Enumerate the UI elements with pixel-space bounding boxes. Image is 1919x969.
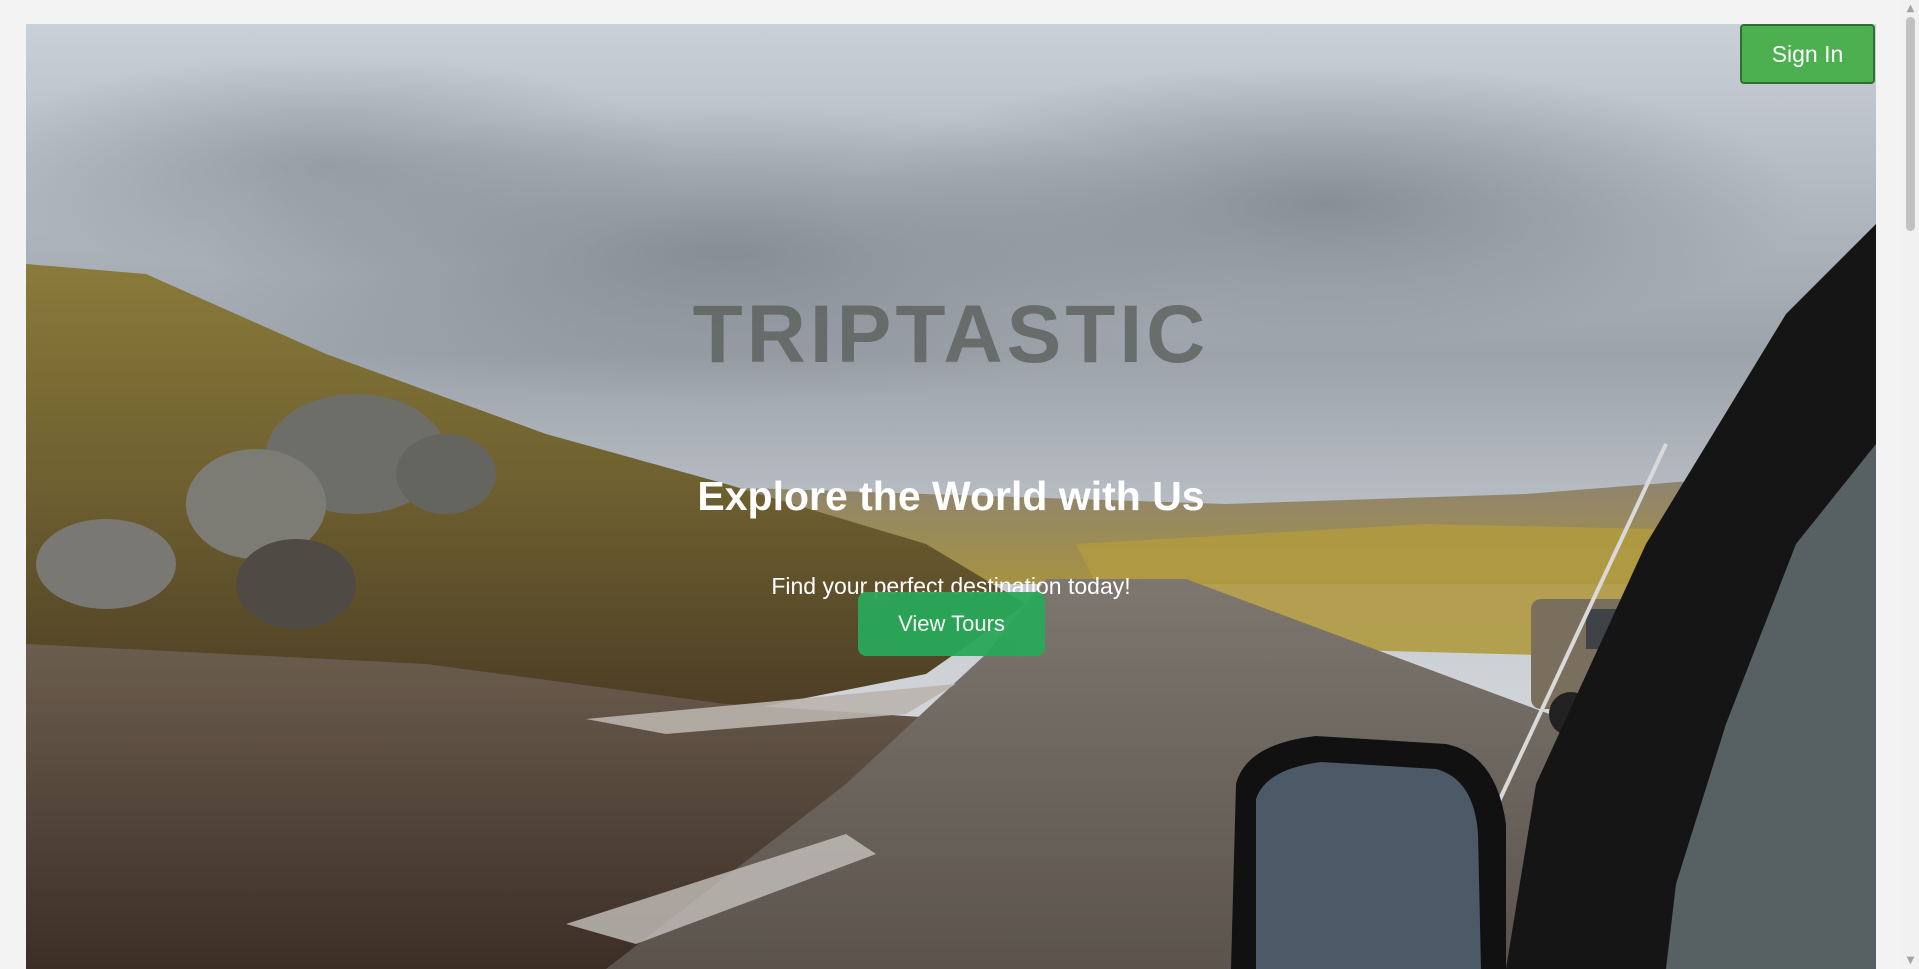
scroll-down-arrow-icon[interactable]: ▼ bbox=[1902, 952, 1919, 969]
hero-content: TRIPTASTIC Explore the World with Us Fin… bbox=[26, 24, 1876, 969]
scrollbar-thumb[interactable] bbox=[1906, 17, 1915, 231]
hero-section: TRIPTASTIC Explore the World with Us Fin… bbox=[26, 24, 1876, 969]
sign-in-button[interactable]: Sign In bbox=[1740, 24, 1875, 84]
page: TRIPTASTIC Explore the World with Us Fin… bbox=[0, 0, 1919, 969]
vertical-scrollbar[interactable]: ▲ ▼ bbox=[1902, 0, 1919, 969]
view-tours-button[interactable]: View Tours bbox=[858, 592, 1045, 656]
hero-tagline: Explore the World with Us bbox=[697, 473, 1205, 519]
scroll-up-arrow-icon[interactable]: ▲ bbox=[1902, 0, 1919, 17]
brand-title: TRIPTASTIC bbox=[692, 289, 1210, 380]
